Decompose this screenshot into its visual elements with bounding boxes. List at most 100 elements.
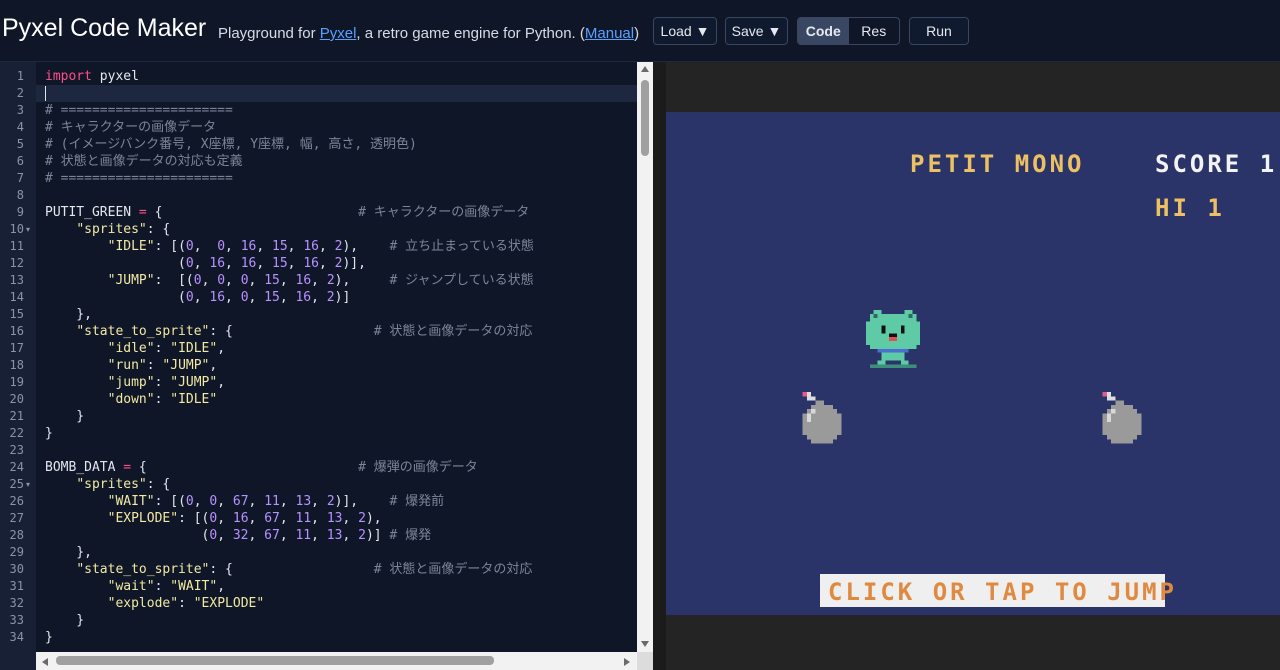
code-line[interactable]: (0, 32, 67, 11, 13, 2)] # 爆発	[36, 527, 637, 544]
fold-arrow-icon[interactable]: ▾	[26, 221, 30, 238]
bomb-right-icon	[1102, 392, 1142, 444]
code-line[interactable]: "jump": "JUMP",	[36, 374, 637, 391]
code-line[interactable]: "WAIT": [(0, 0, 67, 11, 13, 2)], # 爆発前	[36, 493, 637, 510]
line-number: 10	[9, 222, 24, 236]
scroll-down-icon[interactable]	[641, 641, 649, 647]
code-line[interactable]: "JUMP": [(0, 0, 0, 15, 16, 2), # ジャンプしてい…	[36, 272, 637, 289]
code-line[interactable]: import pyxel	[36, 68, 637, 85]
code-line[interactable]: }	[36, 612, 637, 629]
code-line[interactable]	[36, 85, 637, 102]
code-line[interactable]: PUTIT_GREEN = { # キャラクターの画像データ	[36, 204, 637, 221]
line-number: 28	[9, 528, 24, 542]
line-number: 2	[16, 86, 24, 100]
fold-arrow-icon[interactable]: ▾	[26, 476, 30, 493]
pyxel-link[interactable]: Pyxel	[320, 25, 357, 42]
putit-green-character	[865, 310, 921, 369]
bomb-left-icon	[802, 392, 842, 444]
load-button[interactable]: Load ▼	[653, 17, 717, 45]
line-number: 27	[9, 511, 24, 525]
code-line[interactable]: }	[36, 408, 637, 425]
line-number: 24	[9, 460, 24, 474]
game-hi-score: HI 1	[1155, 194, 1225, 222]
line-number: 6	[16, 154, 24, 168]
line-number: 14	[9, 290, 24, 304]
line-number: 29	[9, 545, 24, 559]
line-number: 33	[9, 613, 24, 627]
code-line[interactable]: (0, 16, 16, 15, 16, 2)],	[36, 255, 637, 272]
code-line[interactable]: "state_to_sprite": { # 状態と画像データの対応	[36, 323, 637, 340]
line-number: 3	[16, 103, 24, 117]
line-number: 34	[9, 630, 24, 644]
line-number: 9	[16, 205, 24, 219]
code-area[interactable]: import pyxel # ====================== # キャ…	[36, 62, 637, 652]
line-number: 30	[9, 562, 24, 576]
horizontal-scroll-thumb[interactable]	[56, 656, 494, 665]
vertical-scroll-thumb[interactable]	[641, 80, 649, 156]
app-title: Pyxel Code Maker	[2, 14, 207, 42]
code-line[interactable]: # キャラクターの画像データ	[36, 119, 637, 136]
code-line[interactable]: "explode": "EXPLODE"	[36, 595, 637, 612]
code-line[interactable]: "state_to_sprite": { # 状態と画像データの対応	[36, 561, 637, 578]
code-line[interactable]: # (イメージバンク番号, X座標, Y座標, 幅, 高さ, 透明色)	[36, 136, 637, 153]
code-line[interactable]: }	[36, 629, 637, 646]
code-line[interactable]: "IDLE": [(0, 0, 16, 15, 16, 2), # 立ち止まって…	[36, 238, 637, 255]
line-number: 32	[9, 596, 24, 610]
run-button[interactable]: Run	[909, 17, 969, 45]
scrollbar-corner	[637, 652, 653, 670]
tab-res[interactable]: Res	[849, 18, 900, 44]
line-number: 11	[9, 239, 24, 253]
code-line[interactable]: "down": "IDLE"	[36, 391, 637, 408]
line-number: 19	[9, 375, 24, 389]
scroll-left-icon[interactable]	[42, 658, 48, 666]
code-editor[interactable]: 1 2 3 4 5 6 7 8 9 10 ▾ 11 12 13 14 15 16 17 18 19 20 21 22 23 24…	[0, 62, 653, 670]
line-number: 13	[9, 273, 24, 287]
header-bar: Pyxel Code Maker Playground for Pyxel, a…	[0, 0, 1280, 62]
manual-link[interactable]: Manual	[585, 25, 634, 42]
code-line[interactable]: # ======================	[36, 170, 637, 187]
code-line[interactable]: # 状態と画像データの対応も定義	[36, 153, 637, 170]
line-number: 17	[9, 341, 24, 355]
code-line[interactable]: BOMB_DATA = { # 爆弾の画像データ	[36, 459, 637, 476]
line-number: 4	[16, 120, 24, 134]
code-line[interactable]: # ======================	[36, 102, 637, 119]
code-line[interactable]: }	[36, 425, 637, 442]
game-title: PETIT MONO	[910, 150, 1085, 178]
scroll-up-icon[interactable]	[641, 66, 649, 72]
line-number: 21	[9, 409, 24, 423]
line-number: 26	[9, 494, 24, 508]
tagline-suffix: )	[634, 25, 640, 42]
code-line[interactable]: "EXPLODE": [(0, 16, 67, 11, 13, 2),	[36, 510, 637, 527]
scroll-right-icon[interactable]	[624, 658, 630, 666]
code-line[interactable]: "run": "JUMP",	[36, 357, 637, 374]
save-button[interactable]: Save ▼	[725, 17, 788, 45]
line-number: 23	[9, 443, 24, 457]
code-line[interactable]: },	[36, 544, 637, 561]
tagline-middle: , a retro game engine for Python. (	[356, 25, 585, 42]
game-screen[interactable]: PETIT MONO SCORE 1 HI 1 CLICK OR TAP TO …	[666, 112, 1280, 615]
line-number: 7	[16, 171, 24, 185]
code-line[interactable]: "idle": "IDLE",	[36, 340, 637, 357]
line-number: 20	[9, 392, 24, 406]
code-line[interactable]: "sprites": {	[36, 476, 637, 493]
line-number: 8	[16, 188, 24, 202]
click-to-jump-prompt: CLICK OR TAP TO JUMP	[828, 578, 1177, 606]
line-number: 18	[9, 358, 24, 372]
line-number: 16	[9, 324, 24, 338]
code-line[interactable]	[36, 442, 637, 459]
line-number: 5	[16, 137, 24, 151]
line-number: 15	[9, 307, 24, 321]
code-line[interactable]	[36, 187, 637, 204]
line-number: 31	[9, 579, 24, 593]
tagline: Playground for Pyxel, a retro game engin…	[218, 25, 639, 42]
code-line[interactable]: "sprites": {	[36, 221, 637, 238]
mode-toggle: Code Res	[797, 17, 900, 45]
game-score: SCORE 1	[1155, 150, 1278, 178]
code-line[interactable]: "wait": "WAIT",	[36, 578, 637, 595]
tab-code[interactable]: Code	[798, 18, 849, 44]
tagline-prefix: Playground for	[218, 25, 320, 42]
code-line[interactable]: (0, 16, 0, 15, 16, 2)]	[36, 289, 637, 306]
line-number: 25	[9, 477, 24, 491]
line-number: 1	[16, 69, 24, 83]
code-line[interactable]: },	[36, 306, 637, 323]
line-number: 12	[9, 256, 24, 270]
